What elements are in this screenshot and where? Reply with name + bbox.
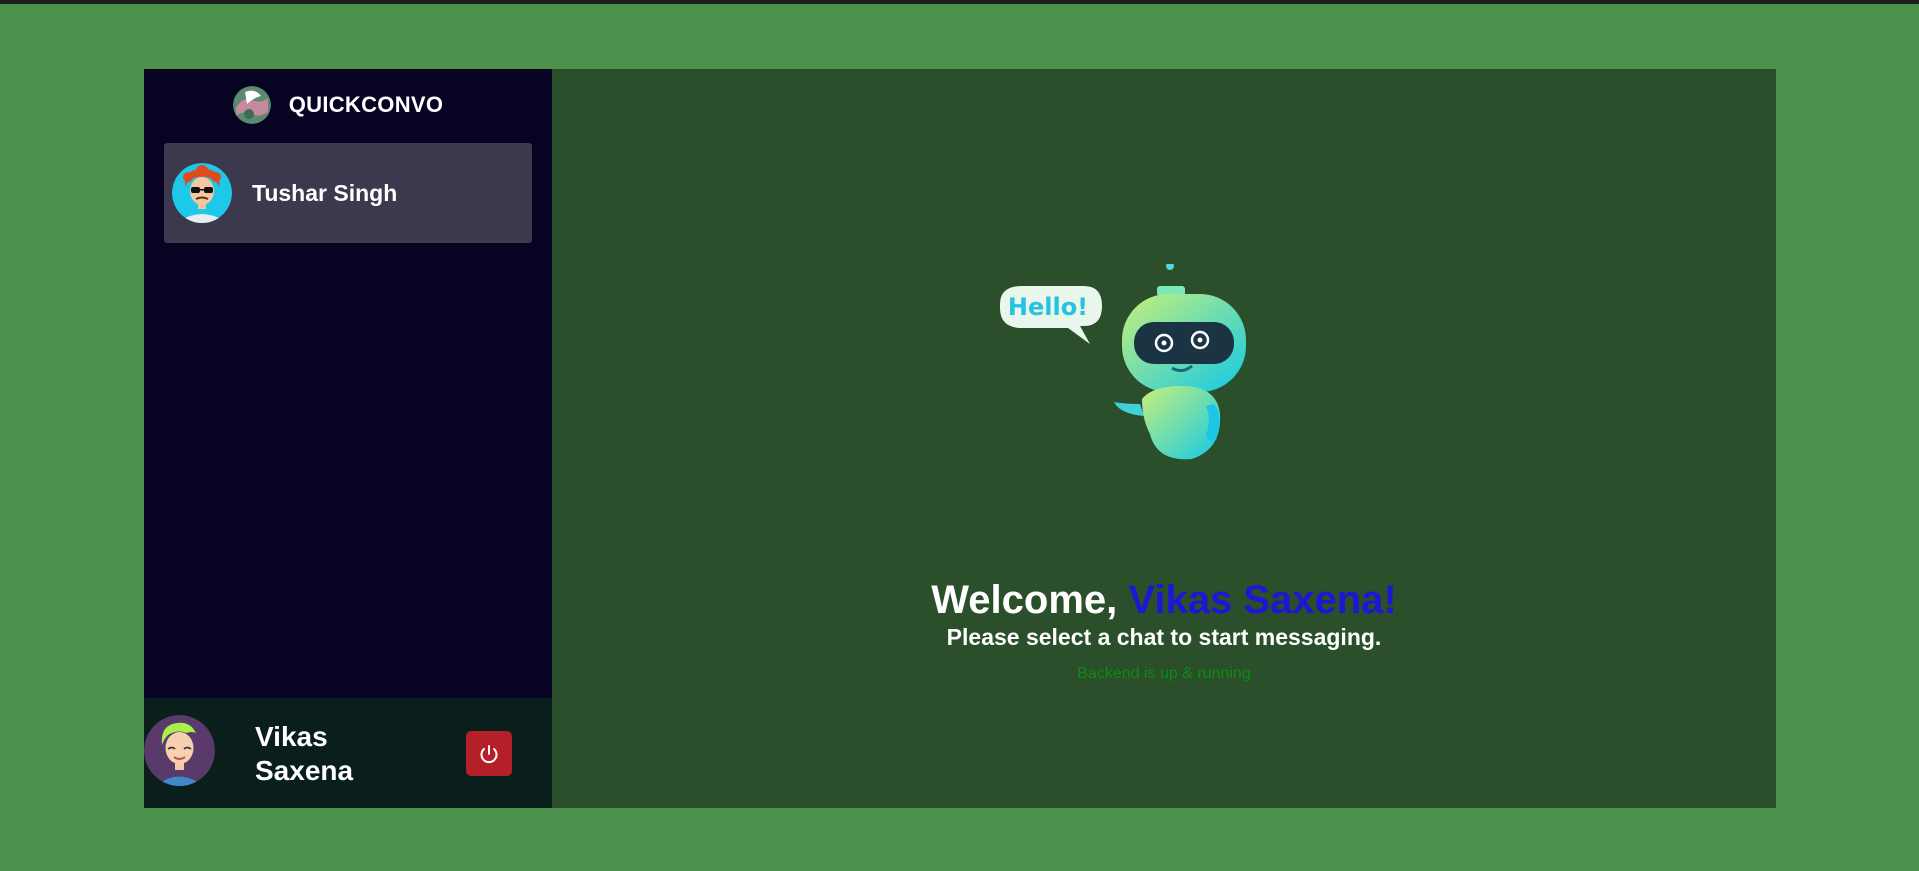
welcome-prefix: Welcome, <box>931 578 1129 622</box>
current-user-name: Vikas Saxena <box>255 721 354 786</box>
avatar <box>144 715 215 786</box>
robot-illustration: Hello! <box>992 262 1252 464</box>
power-icon <box>480 744 498 763</box>
chat-item-tushar-singh[interactable]: Tushar Singh <box>164 143 532 243</box>
welcome-user-name: Vikas Saxena! <box>1128 578 1397 622</box>
sidebar: QUICKCONVO Tushar Singh Vikas Saxena <box>144 69 552 808</box>
app-window: QUICKCONVO Tushar Singh Vikas Saxena Hel… <box>144 69 1776 808</box>
brand-header: QUICKCONVO <box>144 84 552 126</box>
hello-bubble-text: Hello! <box>1008 293 1088 321</box>
avatar <box>172 163 232 223</box>
main-panel: Hello! Welcome, Vikas Saxena! Please sel… <box>552 69 1776 808</box>
app-logo-icon <box>232 86 271 124</box>
current-user-bar: Vikas Saxena <box>144 698 552 808</box>
chat-item-label: Tushar Singh <box>252 179 398 206</box>
app-title: QUICKCONVO <box>288 92 444 117</box>
logout-button[interactable] <box>466 731 512 776</box>
welcome-subtitle: Please select a chat to start messaging. <box>946 624 1382 650</box>
welcome-heading: Welcome, Vikas Saxena! <box>552 577 1776 623</box>
top-border <box>0 0 1919 4</box>
backend-status-text: Backend is up & running <box>1077 665 1251 682</box>
